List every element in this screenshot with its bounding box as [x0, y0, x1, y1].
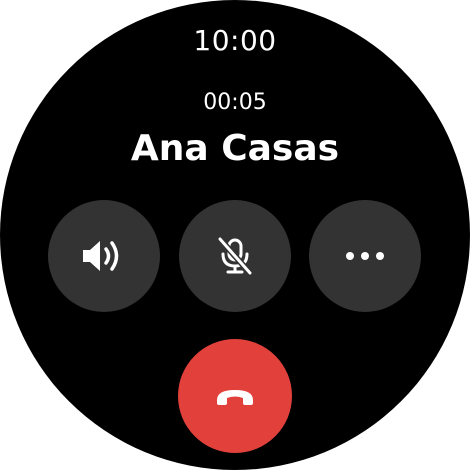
speaker-button[interactable] [48, 200, 160, 312]
end-call-button[interactable] [178, 339, 292, 453]
more-options-button[interactable] [309, 200, 421, 312]
phone-hangup-icon [217, 390, 253, 405]
more-horizontal-icon [346, 252, 384, 260]
watch-screen: 10:00 00:05 Ana Casas [0, 0, 470, 470]
call-duration: 00:05 [203, 90, 267, 115]
clock-time: 10:00 [193, 24, 277, 57]
mute-button[interactable] [179, 200, 291, 312]
speaker-volume-icon [83, 241, 119, 271]
caller-name: Ana Casas [130, 128, 340, 169]
microphone-off-icon [217, 236, 253, 276]
